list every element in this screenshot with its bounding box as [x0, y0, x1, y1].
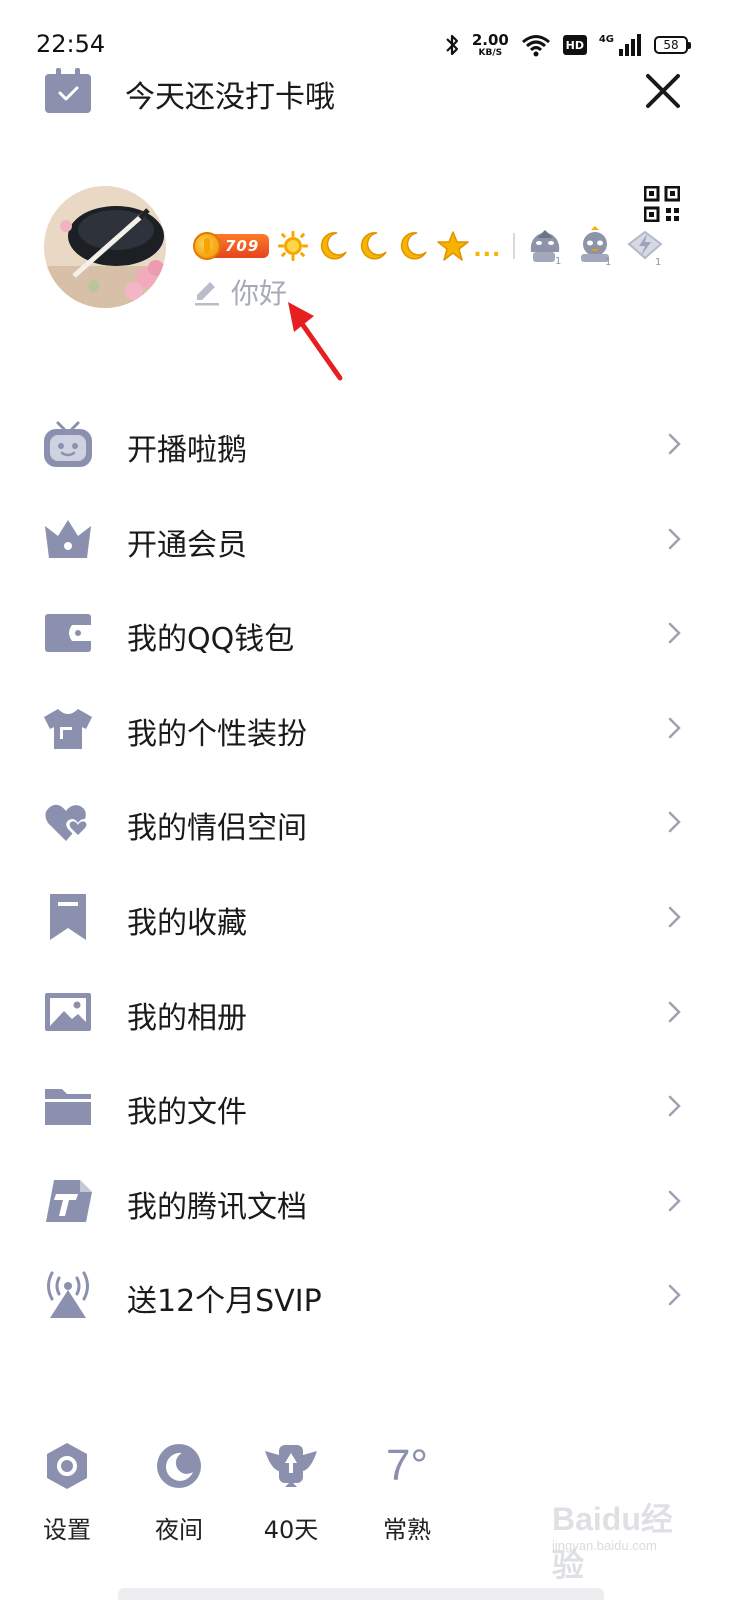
menu-item-theme[interactable]: 我的个性装扮 [0, 680, 738, 775]
star-icon [437, 231, 470, 261]
drawer-menu: 开播啦鹅 开通会员 我的QQ钱包 我的个性装扮 我的情侣空间 我的收藏 我的相册… [0, 396, 738, 1342]
signature-text: 你好 [231, 277, 288, 310]
chevron-right-icon [668, 1001, 681, 1022]
level-badges[interactable]: 709 ... 1 1 1 [193, 226, 665, 266]
tv-robot-icon [44, 421, 92, 467]
bookmark-icon [50, 893, 86, 940]
chevron-right-icon [668, 528, 681, 549]
days-label: 40天 [263, 1516, 319, 1544]
menu-item-couple-space[interactable]: 我的情侣空间 [0, 774, 738, 869]
more-levels: ... [473, 236, 502, 262]
menu-item-label: 我的文件 [127, 1095, 247, 1131]
weather-button[interactable]: 7° 常熟 [362, 1436, 452, 1546]
lightning-badge-icon: 1 [627, 230, 663, 266]
status-bar: 22:54 2.00 KB/S HD 4G 58 [0, 0, 738, 70]
chevron-right-icon [668, 906, 681, 928]
edit-pencil-icon [195, 282, 219, 306]
bluetooth-icon [446, 34, 458, 56]
menu-item-label: 我的情侣空间 [127, 811, 307, 847]
tshirt-icon [44, 708, 92, 749]
home-indicator [118, 1588, 604, 1600]
hd-badge: HD [562, 35, 587, 55]
chevron-right-icon [668, 812, 681, 833]
menu-item-label: 我的腾讯文档 [127, 1189, 307, 1225]
settings-hexagon-icon [47, 1443, 87, 1489]
coin-icon [193, 232, 221, 260]
menu-item-label: 开播啦鹅 [127, 433, 247, 468]
avatar[interactable] [44, 186, 166, 308]
menu-item-files[interactable]: 我的文件 [0, 1058, 738, 1153]
close-icon[interactable] [640, 68, 686, 114]
hearts-icon [45, 805, 90, 842]
menu-item-vip[interactable]: 开通会员 [0, 491, 738, 586]
tencent-docs-icon [46, 1179, 92, 1222]
status-time: 22:54 [36, 30, 106, 58]
crown-icon [45, 519, 91, 558]
night-label: 夜间 [155, 1516, 203, 1544]
menu-item-label: 我的相册 [127, 1000, 247, 1036]
chevron-right-icon [668, 622, 681, 644]
watermark-url: jingyan.baidu.com [552, 1538, 657, 1553]
moon-icon [321, 232, 347, 260]
chevron-right-icon [668, 1285, 681, 1306]
network-type: 4G [598, 33, 614, 45]
sun-icon [278, 231, 309, 261]
wallet-icon [45, 614, 91, 653]
menu-item-svip-gift[interactable]: 送12个月SVIP [0, 1247, 738, 1342]
signal-icon [619, 34, 641, 56]
night-mode-button[interactable]: 夜间 [134, 1436, 224, 1546]
menu-item-label: 开通会员 [127, 527, 247, 563]
streak-button[interactable]: 40天 [246, 1436, 336, 1546]
chevron-right-icon [668, 433, 681, 455]
chevron-right-icon [668, 1095, 681, 1117]
photo-icon [45, 992, 91, 1031]
settings-label: 设置 [43, 1516, 91, 1544]
settings-button[interactable]: 设置 [22, 1436, 112, 1546]
svg-text:1: 1 [655, 257, 661, 266]
folder-icon [45, 1089, 91, 1126]
moon-icon [361, 232, 387, 260]
menu-item-label: 我的收藏 [127, 905, 247, 941]
qr-code-icon[interactable] [644, 186, 680, 222]
menu-item-album[interactable]: 我的相册 [0, 964, 738, 1059]
wifi-icon [521, 35, 550, 57]
penguin-rocket-icon: 1 [581, 226, 612, 266]
svg-text:1: 1 [555, 256, 561, 266]
badge-divider [513, 233, 516, 259]
menu-item-favorites[interactable]: 我的收藏 [0, 869, 738, 964]
penguin-mascot-icon: 1 [531, 230, 562, 266]
battery-indicator: 58 [654, 36, 691, 54]
menu-item-wallet[interactable]: 我的QQ钱包 [0, 585, 738, 680]
baidu-watermark: Baidu经验 jingyan.baidu.com [552, 1494, 702, 1583]
checkin-status-text[interactable]: 今天还没打卡哦 [125, 72, 335, 116]
broadcast-icon [47, 1271, 89, 1319]
city-label: 常熟 [383, 1516, 431, 1544]
moon-icon [157, 1444, 201, 1488]
chevron-right-icon [668, 717, 681, 739]
menu-item-label: 我的QQ钱包 [127, 622, 295, 658]
coin-badge[interactable]: 709 [193, 232, 270, 260]
menu-item-label: 我的个性装扮 [127, 716, 307, 752]
menu-item-label: 送12个月SVIP [127, 1284, 322, 1320]
menu-item-live[interactable]: 开播啦鹅 [0, 396, 738, 491]
chevron-right-icon [668, 1190, 681, 1211]
moon-icon [401, 232, 427, 260]
red-annotation-arrow [288, 302, 343, 381]
drawer-header: 今天还没打卡哦 [0, 64, 738, 120]
winged-badge-icon [265, 1445, 317, 1487]
svg-text:1: 1 [605, 257, 611, 266]
status-icons: 2.00 KB/S HD 4G 58 [444, 30, 691, 60]
calendar-check-icon[interactable] [44, 68, 92, 114]
signature-row[interactable]: 你好 [193, 274, 287, 310]
network-speed: 2.00 KB/S [471, 30, 509, 58]
temperature: 7° [385, 1441, 429, 1490]
menu-item-tencent-docs[interactable]: 我的腾讯文档 [0, 1153, 738, 1248]
